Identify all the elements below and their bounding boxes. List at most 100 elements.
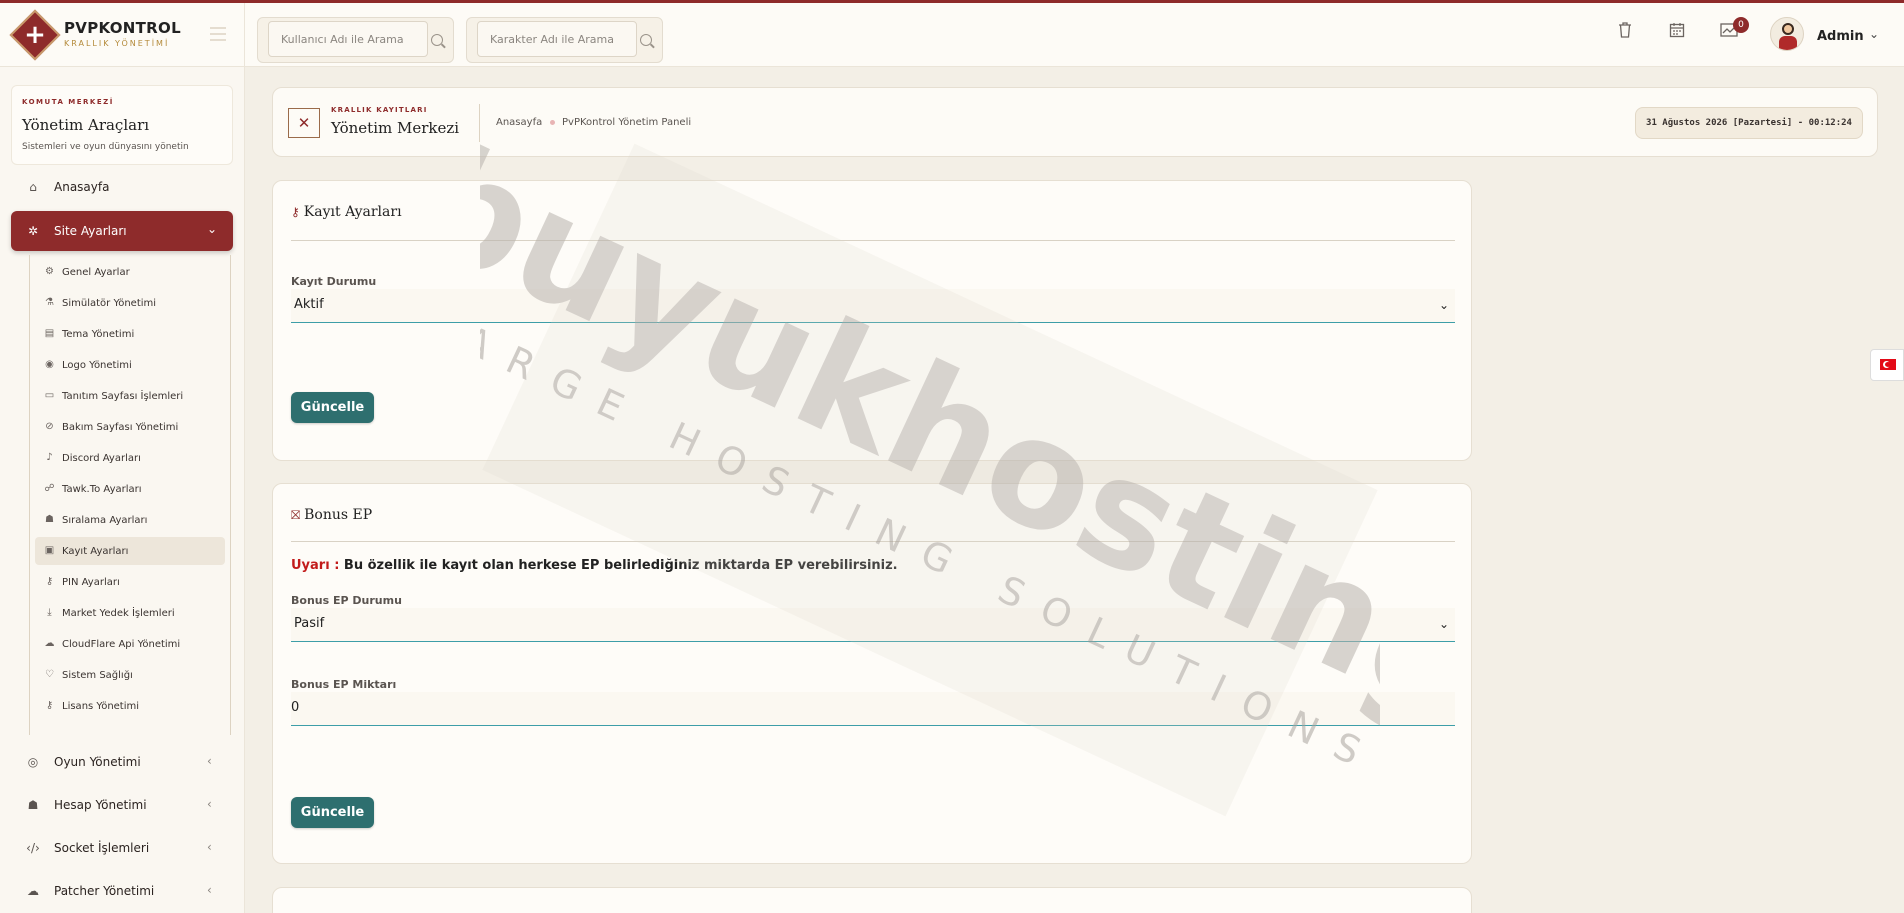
bonus-ep-amount-input[interactable]: 0 bbox=[291, 692, 1455, 726]
submenu-item-discord[interactable]: ♪ Discord Ayarları bbox=[35, 444, 225, 472]
submenu-item-sistem-sagligi[interactable]: ♡ Sistem Sağlığı bbox=[35, 661, 225, 689]
field-label: Kayıt Durumu bbox=[291, 275, 377, 288]
gamepad-icon: ◎ bbox=[27, 755, 39, 769]
brand-name: PVPKONTROL bbox=[64, 19, 181, 37]
datetime-display: 31 Ağustos 2026 [Pazartesi] - 00:12:24 bbox=[1635, 107, 1863, 139]
submenu-label: Tema Yönetimi bbox=[62, 329, 135, 340]
submenu-item-genel-ayarlar[interactable]: ⚙ Genel Ayarlar bbox=[35, 258, 225, 286]
submenu-item-cloudflare[interactable]: ☁ CloudFlare Api Yönetimi bbox=[35, 630, 225, 658]
submenu-item-pin[interactable]: ⚷ PIN Ayarları bbox=[35, 568, 225, 596]
submenu-label: Simülatör Yönetimi bbox=[62, 298, 157, 309]
heartbeat-icon: ♡ bbox=[45, 669, 54, 680]
update-button[interactable]: Güncelle bbox=[291, 797, 374, 828]
warning-text: Bu özellik ile kayıt olan herkese EP bel… bbox=[339, 558, 898, 573]
key-icon: ⚷ bbox=[291, 205, 300, 219]
submenu-item-tanitim[interactable]: ▭ Tanıtım Sayfası İşlemleri bbox=[35, 382, 225, 410]
sidebar-item-hesap-yonetimi[interactable]: ☗ Hesap Yönetimi ‹ bbox=[11, 786, 233, 824]
divider bbox=[479, 104, 480, 142]
users-icon: ☗ bbox=[27, 798, 39, 812]
brand-subtitle: KRALLIK YÖNETİMİ bbox=[64, 39, 170, 48]
chevron-left-icon: ‹ bbox=[207, 883, 212, 897]
cogs-icon: ⚙ bbox=[45, 266, 54, 277]
flask-icon: ⚗ bbox=[45, 297, 54, 308]
gift-icon: ⛝ bbox=[291, 508, 301, 522]
chevron-down-icon: ⌄ bbox=[1438, 298, 1449, 312]
page-header: ✕ KRALLIK KAYITLARI Yönetim Merkezi Anas… bbox=[272, 87, 1878, 157]
select-value: Pasif bbox=[294, 616, 325, 631]
sidebar-item-site-ayarlari[interactable]: ✲ Site Ayarları ⌄ bbox=[11, 211, 233, 251]
menu-toggle-icon[interactable] bbox=[210, 27, 226, 41]
trash-icon[interactable] bbox=[1613, 21, 1637, 45]
input-value: 0 bbox=[291, 700, 300, 715]
update-button[interactable]: Güncelle bbox=[291, 392, 374, 423]
sidebar-item-label: Socket İşlemleri bbox=[54, 841, 150, 855]
registration-status-select[interactable]: Aktif ⌄ bbox=[291, 289, 1455, 323]
brand[interactable]: + PVPKONTROL KRALLIK YÖNETİMİ bbox=[0, 3, 245, 67]
chevron-down-icon[interactable]: ⌄ bbox=[1869, 27, 1879, 41]
sidebar-item-label: Hesap Yönetimi bbox=[54, 798, 147, 812]
sidebar-item-socket-islemleri[interactable]: ‹/› Socket İşlemleri ‹ bbox=[11, 829, 233, 867]
submenu-item-siralama[interactable]: ☗ Sıralama Ayarları bbox=[35, 506, 225, 534]
id-card-icon: ▣ bbox=[44, 545, 55, 556]
submenu-item-simulator[interactable]: ⚗ Simülatör Yönetimi bbox=[35, 289, 225, 317]
card-title-text: Bonus EP bbox=[304, 507, 373, 523]
user-name[interactable]: Admin bbox=[1817, 29, 1864, 44]
download-icon: ⤓ bbox=[47, 607, 52, 618]
language-flag[interactable] bbox=[1870, 349, 1904, 381]
submenu-item-tema[interactable]: ▤ Tema Yönetimi bbox=[35, 320, 225, 348]
sidebar-item-anasayfa[interactable]: ⌂ Anasayfa bbox=[11, 168, 233, 206]
search-icon[interactable] bbox=[640, 34, 652, 46]
site-settings-submenu: ⚙ Genel Ayarlar ⚗ Simülatör Yönetimi ▤ Tema… bbox=[29, 255, 231, 735]
calendar-icon[interactable] bbox=[1665, 21, 1689, 45]
bonus-ep-card: ⛝ Bonus EP Uyarı : Bu özellik ile kayıt o… bbox=[272, 483, 1472, 864]
card-title-text: Kayıt Ayarları bbox=[303, 204, 402, 220]
chevron-down-icon: ⌄ bbox=[207, 222, 218, 236]
avatar[interactable] bbox=[1770, 17, 1804, 51]
flag-crescent-cut bbox=[1885, 362, 1891, 367]
search-icon[interactable] bbox=[431, 34, 443, 46]
warning-prefix: Uyarı : bbox=[291, 558, 340, 573]
submenu-label: CloudFlare Api Yönetimi bbox=[62, 639, 181, 650]
submenu-item-market-yedek[interactable]: ⤓ Market Yedek İşlemleri bbox=[35, 599, 225, 627]
notification-badge: 0 bbox=[1733, 17, 1749, 33]
field-label: Bonus EP Miktarı bbox=[291, 678, 397, 691]
page-title: Yönetim Merkezi bbox=[331, 119, 460, 137]
select-value: Aktif bbox=[294, 297, 324, 312]
cloud-icon: ☁ bbox=[44, 638, 55, 649]
submenu-label: Market Yedek İşlemleri bbox=[62, 608, 175, 619]
registration-settings-card: ⚷ Kayıt Ayarları Kayıt Durumu Aktif ⌄ Gün… bbox=[272, 180, 1472, 461]
breadcrumb-current: PvPKontrol Yönetim Paneli bbox=[562, 117, 692, 128]
breadcrumb-home[interactable]: Anasayfa bbox=[496, 117, 542, 128]
char-search-box bbox=[466, 17, 663, 63]
submenu-label: Tawk.To Ayarları bbox=[62, 484, 142, 495]
sidebar-item-patcher-yonetimi[interactable]: ☁ Patcher Yönetimi ‹ bbox=[11, 872, 233, 910]
character-search-input[interactable] bbox=[477, 21, 637, 57]
sidebar: KOMUTA MERKEZİ Yönetim Araçları Sistemle… bbox=[0, 67, 245, 913]
submenu-item-tawk[interactable]: ☍ Tawk.To Ayarları bbox=[35, 475, 225, 503]
sidebar-header-card: KOMUTA MERKEZİ Yönetim Araçları Sistemle… bbox=[11, 85, 233, 165]
sidebar-title: Yönetim Araçları bbox=[22, 116, 150, 134]
cloud-upload-icon: ☁ bbox=[27, 884, 39, 898]
warning-message: Uyarı : Bu özellik ile kayıt olan herkes… bbox=[291, 558, 898, 573]
next-settings-card bbox=[272, 887, 1472, 913]
main-content: ✕ KRALLIK KAYITLARI Yönetim Merkezi Anas… bbox=[246, 67, 1904, 913]
chevron-left-icon: ‹ bbox=[207, 840, 212, 854]
submenu-item-logo[interactable]: ◉ Logo Yönetimi bbox=[35, 351, 225, 379]
submenu-item-bakim[interactable]: ⊘ Bakım Sayfası Yönetimi bbox=[35, 413, 225, 441]
submenu-label: Genel Ayarlar bbox=[62, 267, 130, 278]
divider bbox=[291, 541, 1455, 542]
bonus-ep-status-select[interactable]: Pasif ⌄ bbox=[291, 608, 1455, 642]
users-icon: ☗ bbox=[45, 514, 54, 525]
eye-icon: ◉ bbox=[45, 359, 54, 370]
breadcrumb-separator bbox=[550, 120, 555, 125]
sidebar-item-oyun-yonetimi[interactable]: ◎ Oyun Yönetimi ‹ bbox=[11, 743, 233, 781]
submenu-item-lisans[interactable]: ⚷ Lisans Yönetimi bbox=[35, 692, 225, 720]
sidebar-description: Sistemleri ve oyun dünyasını yönetin bbox=[22, 142, 189, 152]
gear-icon: ✲ bbox=[27, 224, 39, 238]
user-search-input[interactable] bbox=[268, 21, 428, 57]
submenu-label: Logo Yönetimi bbox=[62, 360, 132, 371]
submenu-item-kayit[interactable]: ▣ Kayıt Ayarları bbox=[35, 537, 225, 565]
page-kicker: KRALLIK KAYITLARI bbox=[331, 106, 428, 114]
close-icon[interactable]: ✕ bbox=[288, 108, 320, 138]
sidebar-kicker: KOMUTA MERKEZİ bbox=[22, 98, 114, 106]
